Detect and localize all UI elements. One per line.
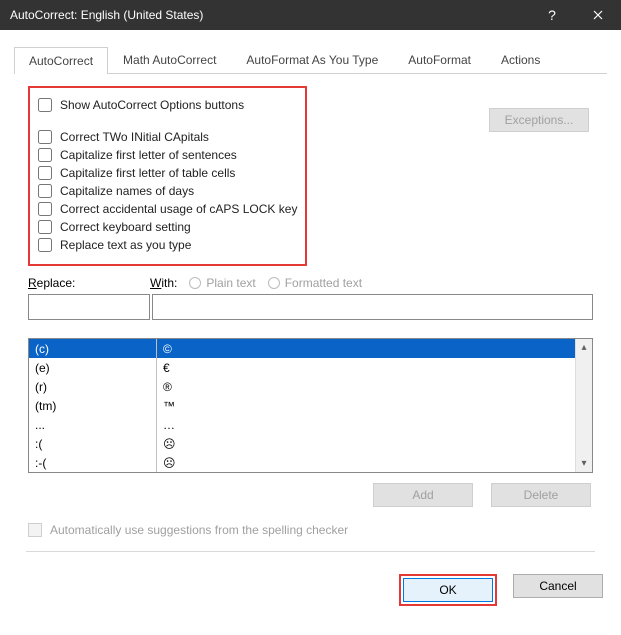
table-cell-to: ☹ [157, 434, 575, 453]
table-cell-to: ☹ [157, 453, 575, 472]
with-label: With: [150, 276, 177, 290]
table-cell-to: © [157, 339, 575, 358]
add-button: Add [373, 483, 473, 507]
table-cell-from: (tm) [29, 396, 157, 415]
caps-lock-label: Correct accidental usage of cAPS LOCK ke… [60, 202, 297, 216]
title-bar: AutoCorrect: English (United States) ? [0, 0, 621, 30]
tab-autoformat[interactable]: AutoFormat [393, 46, 486, 73]
help-button[interactable]: ? [529, 0, 575, 30]
exceptions-button: Exceptions... [489, 108, 589, 132]
table-cell-to: € [157, 358, 575, 377]
replace-type-checkbox[interactable] [38, 238, 52, 252]
cap-days-checkbox[interactable] [38, 184, 52, 198]
tab-bar: AutoCorrect Math AutoCorrect AutoFormat … [14, 46, 607, 74]
table-row[interactable]: (r)® [29, 377, 575, 396]
close-icon [593, 10, 603, 20]
tab-math-autocorrect[interactable]: Math AutoCorrect [108, 46, 231, 73]
keyboard-label: Correct keyboard setting [60, 220, 191, 234]
table-cell-from: :-( [29, 453, 157, 472]
cap-table-checkbox[interactable] [38, 166, 52, 180]
replace-table[interactable]: (c)©(e)€(r)®(tm)™...…:(☹:-(☹ ▴ ▾ [28, 338, 593, 473]
ok-highlight: OK [399, 574, 497, 606]
keyboard-checkbox[interactable] [38, 220, 52, 234]
table-cell-from: :( [29, 434, 157, 453]
table-cell-from: (r) [29, 377, 157, 396]
cap-sentence-label: Capitalize first letter of sentences [60, 148, 237, 162]
table-cell-from: (e) [29, 358, 157, 377]
table-row[interactable]: :(☹ [29, 434, 575, 453]
scroll-down-icon[interactable]: ▾ [576, 455, 592, 472]
with-input[interactable] [152, 294, 593, 320]
tab-autoformat-type[interactable]: AutoFormat As You Type [231, 46, 393, 73]
replace-input[interactable] [28, 294, 150, 320]
ok-button[interactable]: OK [403, 578, 493, 602]
close-button[interactable] [575, 0, 621, 30]
plain-text-radio [189, 277, 201, 289]
replace-label: Replace: [28, 276, 150, 290]
window-title: AutoCorrect: English (United States) [10, 8, 529, 22]
show-options-label: Show AutoCorrect Options buttons [60, 98, 244, 112]
formatted-text-label: Formatted text [285, 276, 362, 290]
table-row[interactable]: (tm)™ [29, 396, 575, 415]
dialog-footer: OK Cancel [0, 564, 621, 620]
table-row[interactable]: (c)© [29, 339, 575, 358]
cancel-button[interactable]: Cancel [513, 574, 603, 598]
table-row[interactable]: (e)€ [29, 358, 575, 377]
auto-suggest-label: Automatically use suggestions from the s… [50, 523, 348, 537]
cap-sentence-checkbox[interactable] [38, 148, 52, 162]
table-cell-from: ... [29, 415, 157, 434]
cap-days-label: Capitalize names of days [60, 184, 194, 198]
table-scrollbar[interactable]: ▴ ▾ [575, 339, 592, 472]
table-cell-to: ® [157, 377, 575, 396]
plain-text-label: Plain text [206, 276, 255, 290]
caps-lock-checkbox[interactable] [38, 202, 52, 216]
tab-autocorrect[interactable]: AutoCorrect [14, 47, 108, 74]
scroll-up-icon[interactable]: ▴ [576, 339, 592, 356]
table-row[interactable]: ...… [29, 415, 575, 434]
replace-type-label: Replace text as you type [60, 238, 191, 252]
auto-suggest-checkbox [28, 523, 42, 537]
table-cell-to: … [157, 415, 575, 434]
table-cell-to: ™ [157, 396, 575, 415]
formatted-text-radio [268, 277, 280, 289]
delete-button: Delete [491, 483, 591, 507]
two-initial-checkbox[interactable] [38, 130, 52, 144]
options-highlight: Show AutoCorrect Options buttons Correct… [28, 86, 307, 266]
two-initial-label: Correct TWo INitial CApitals [60, 130, 209, 144]
tab-actions[interactable]: Actions [486, 46, 555, 73]
show-options-checkbox[interactable] [38, 98, 52, 112]
table-cell-from: (c) [29, 339, 157, 358]
table-row[interactable]: :-(☹ [29, 453, 575, 472]
cap-table-label: Capitalize first letter of table cells [60, 166, 235, 180]
